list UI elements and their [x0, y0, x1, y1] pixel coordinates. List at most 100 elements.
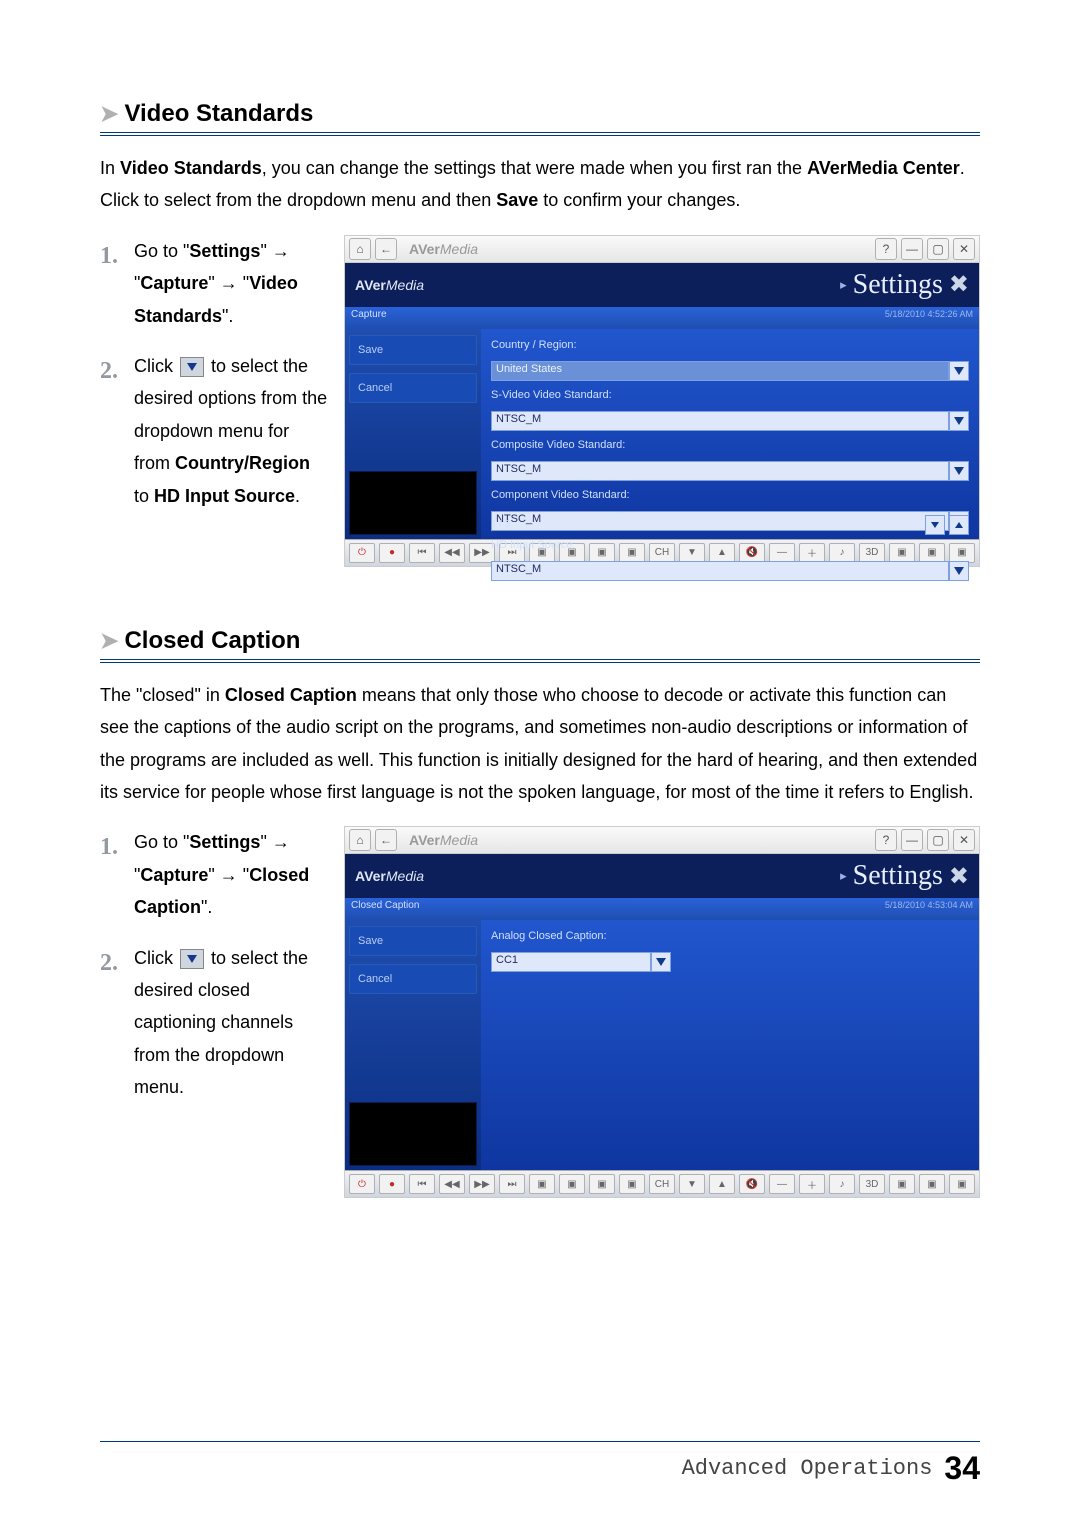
sidebar-item-cancel[interactable]: Cancel — [349, 373, 477, 403]
banner-brand: AVerMedia — [355, 277, 424, 293]
note-icon[interactable]: ♪ — [829, 1174, 855, 1194]
step-vs-2: Click to select the desired options from… — [100, 350, 328, 512]
next-icon[interactable]: ⏭ — [499, 1174, 525, 1194]
vol-up-icon[interactable]: ＋ — [799, 1174, 825, 1194]
banner-brand: AVerMedia — [355, 868, 424, 884]
breadcrumb: Capture 5/18/2010 4:52:26 AM — [345, 307, 979, 329]
wrench-icon: ✖ — [949, 862, 969, 891]
banner-title: Settings — [853, 860, 943, 892]
threeD1-icon[interactable]: ▣ — [889, 1174, 915, 1194]
dropdown-arrow-icon[interactable] — [949, 361, 969, 381]
window-titlebar: ⌂ ← AVerMedia ? — ▢ ✕ — [345, 827, 979, 854]
field-label: Composite Video Standard: — [491, 439, 969, 451]
ch-label[interactable]: CH — [649, 1174, 675, 1194]
rec4-icon[interactable]: ▣ — [619, 1174, 645, 1194]
window-brand: AVerAVerMediaMedia — [409, 241, 478, 257]
step-vs-1: Go to "Settings" → "Capture" → "Video St… — [100, 235, 328, 332]
power-icon[interactable]: ⏻ — [349, 1174, 375, 1194]
close-icon[interactable]: ✕ — [953, 238, 975, 260]
settings-main-pane: Country / Region: United States S-Video Vi… — [481, 329, 979, 539]
settings-banner: AVerMedia ▸ Settings ✖ — [345, 854, 979, 898]
threeD2-icon[interactable]: ▣ — [919, 1174, 945, 1194]
prev-icon[interactable]: ⏮ — [409, 1174, 435, 1194]
window-titlebar: ⌂ ← AVerAVerMediaMedia ? — ▢ ✕ — [345, 236, 979, 263]
sidebar-item-save[interactable]: Save — [349, 335, 477, 365]
mute-icon[interactable]: 🔇 — [739, 1174, 765, 1194]
settings-main-pane: Analog Closed Caption: CC1 — [481, 920, 979, 1170]
rec2-icon[interactable]: ▣ — [559, 1174, 585, 1194]
help-icon[interactable]: ? — [875, 238, 897, 260]
breadcrumb-label: Closed Caption — [351, 900, 419, 918]
dropdown-arrow-icon[interactable] — [651, 952, 671, 972]
threeD-label[interactable]: 3D — [859, 1174, 885, 1194]
sidebar-item-save[interactable]: Save — [349, 926, 477, 956]
rew-icon[interactable]: ◀◀ — [439, 1174, 465, 1194]
timestamp: 5/18/2010 4:53:04 AM — [885, 900, 973, 918]
wrench-icon: ✖ — [949, 270, 969, 299]
minimize-icon[interactable]: — — [901, 829, 923, 851]
dropdown-arrow-icon[interactable] — [949, 411, 969, 431]
ch-down-icon[interactable]: ▼ — [679, 1174, 705, 1194]
rew-icon[interactable]: ◀◀ — [439, 543, 465, 563]
preview-thumbnail — [349, 1102, 477, 1166]
settings-sidebar: Save Cancel — [345, 329, 481, 539]
ff-icon[interactable]: ▶▶ — [469, 1174, 495, 1194]
dropdown-arrow-icon[interactable] — [949, 461, 969, 481]
breadcrumb-label: Capture — [351, 309, 387, 327]
rec1-icon[interactable]: ▣ — [529, 1174, 555, 1194]
record-icon[interactable]: ● — [379, 543, 405, 563]
screenshot-video-standards: ⌂ ← AVerAVerMediaMedia ? — ▢ ✕ AVerMedia… — [344, 235, 980, 567]
playbar: ⏻●⏮◀◀▶▶⏭▣▣▣▣CH▼▲🔇—＋♪3D▣▣▣ — [345, 1170, 979, 1197]
section-heading: Closed Caption — [124, 627, 300, 655]
chevron-right-icon: ▸ — [840, 277, 847, 293]
field-label: S-Video Video Standard: — [491, 389, 969, 401]
timestamp: 5/18/2010 4:52:26 AM — [885, 309, 973, 327]
home-icon[interactable]: ⌂ — [349, 238, 371, 260]
dropdown-arrow-icon[interactable] — [949, 561, 969, 581]
rec3-icon[interactable]: ▣ — [589, 1174, 615, 1194]
pager-label: 1 / 5 — [491, 519, 510, 530]
banner-title: Settings — [853, 269, 943, 301]
dropdown-value[interactable]: NTSC_M — [491, 561, 949, 581]
step-cc-1: Go to "Settings" → "Capture" → "Closed C… — [100, 826, 328, 923]
dropdown-value[interactable]: CC1 — [491, 952, 651, 972]
field-label: Country / Region: — [491, 339, 969, 351]
help-icon[interactable]: ? — [875, 829, 897, 851]
dropdown-value[interactable]: United States — [491, 361, 949, 381]
sidebar-item-cancel[interactable]: Cancel — [349, 964, 477, 994]
prev-icon[interactable]: ⏮ — [409, 543, 435, 563]
page-number: 34 — [944, 1450, 980, 1487]
close-icon[interactable]: ✕ — [953, 829, 975, 851]
back-icon[interactable]: ← — [375, 238, 397, 260]
pager-down-icon[interactable] — [925, 515, 945, 535]
home-icon[interactable]: ⌂ — [349, 829, 371, 851]
preview-thumbnail — [349, 471, 477, 535]
window-brand: AVerMedia — [409, 832, 478, 848]
chevron-right-icon: ➤ — [100, 103, 118, 125]
settings-sidebar: Save Cancel — [345, 920, 481, 1170]
ch-up-icon[interactable]: ▲ — [709, 1174, 735, 1194]
power-icon[interactable]: ⏻ — [349, 543, 375, 563]
intro-paragraph-cc: The "closed" in Closed Caption means tha… — [100, 679, 980, 809]
back-icon[interactable]: ← — [375, 829, 397, 851]
page-footer: Advanced Operations 34 — [100, 1441, 980, 1487]
section-title-closed-caption: ➤ Closed Caption — [100, 627, 980, 663]
dropdown-value[interactable]: NTSC_M — [491, 461, 949, 481]
screenshot-closed-caption: ⌂ ← AVerMedia ? — ▢ ✕ AVerMedia ▸ Settin… — [344, 826, 980, 1198]
maximize-icon[interactable]: ▢ — [927, 238, 949, 260]
step-cc-2: Click to select the desired closed capti… — [100, 942, 328, 1104]
section-title-video-standards: ➤ Video Standards — [100, 100, 980, 136]
pager-up-icon[interactable] — [949, 515, 969, 535]
maximize-icon[interactable]: ▢ — [927, 829, 949, 851]
field-label: Analog Closed Caption: — [491, 930, 969, 942]
dropdown-arrow-icon — [180, 357, 204, 377]
chevron-right-icon: ▸ — [840, 868, 847, 884]
record-icon[interactable]: ● — [379, 1174, 405, 1194]
dropdown-arrow-icon — [180, 949, 204, 969]
section-heading: Video Standards — [124, 100, 313, 128]
intro-paragraph-vs: In Video Standards, you can change the s… — [100, 152, 980, 217]
dropdown-value[interactable]: NTSC_M — [491, 411, 949, 431]
minimize-icon[interactable]: — — [901, 238, 923, 260]
vol-down-icon[interactable]: — — [769, 1174, 795, 1194]
threeD3-icon[interactable]: ▣ — [949, 1174, 975, 1194]
